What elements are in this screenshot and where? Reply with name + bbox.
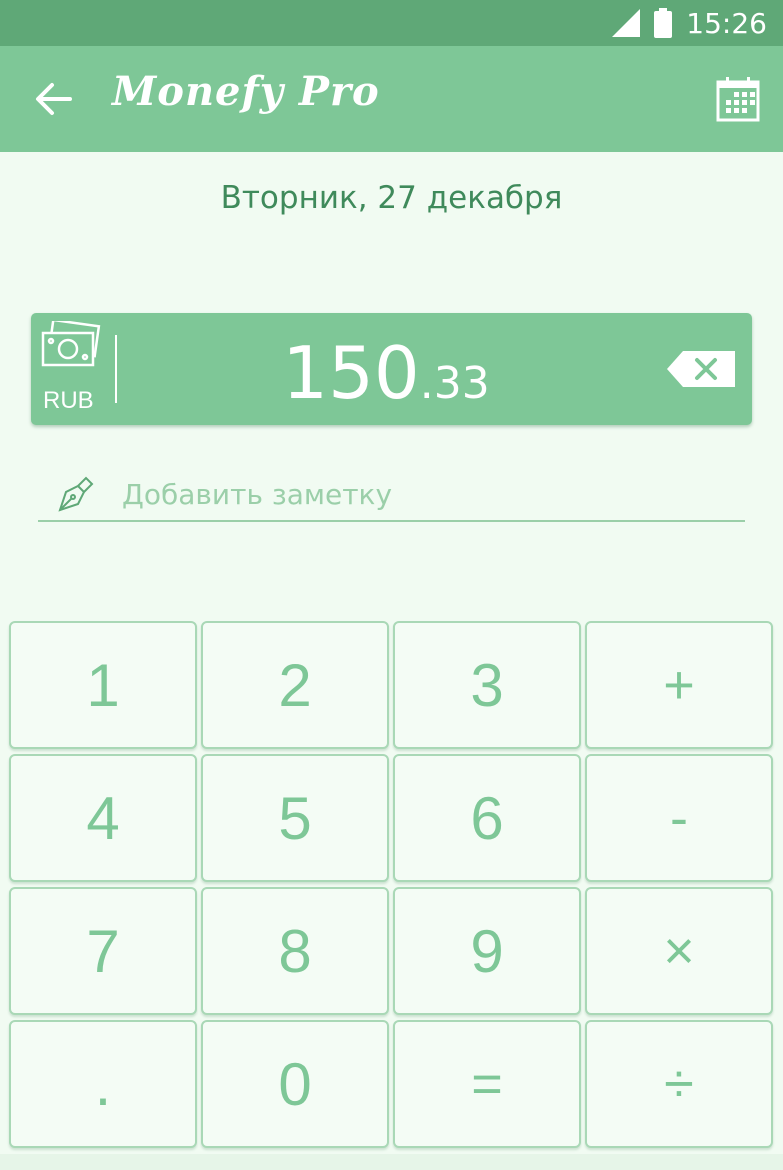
- signal-icon: [612, 9, 641, 37]
- app-bar: Monefy Pro: [0, 46, 783, 152]
- key-8[interactable]: 8: [201, 887, 389, 1015]
- key-4[interactable]: 4: [9, 754, 197, 882]
- key-5[interactable]: 5: [201, 754, 389, 882]
- amount-display: 150.33: [121, 331, 651, 415]
- key-plus[interactable]: +: [585, 621, 773, 749]
- key-0[interactable]: 0: [201, 1020, 389, 1148]
- key-minus[interactable]: -: [585, 754, 773, 882]
- back-arrow-icon[interactable]: [34, 82, 72, 116]
- amount-integer: 150: [282, 331, 420, 415]
- currency-code[interactable]: RUB: [43, 387, 94, 415]
- note-input[interactable]: [122, 474, 722, 514]
- key-equals[interactable]: =: [393, 1020, 581, 1148]
- key-3[interactable]: 3: [393, 621, 581, 749]
- date-label[interactable]: Вторник, 27 декабря: [0, 180, 783, 216]
- backspace-icon[interactable]: [667, 351, 735, 387]
- note-field-row: [38, 466, 745, 522]
- key-2[interactable]: 2: [201, 621, 389, 749]
- bottom-strip: [0, 1154, 783, 1170]
- app-title: Monefy Pro: [112, 68, 380, 115]
- battery-icon: [654, 8, 673, 38]
- key-6[interactable]: 6: [393, 754, 581, 882]
- key-multiply[interactable]: ×: [585, 887, 773, 1015]
- key-divide[interactable]: ÷: [585, 1020, 773, 1148]
- key-9[interactable]: 9: [393, 887, 581, 1015]
- key-1[interactable]: 1: [9, 621, 197, 749]
- calendar-icon[interactable]: [716, 76, 760, 122]
- pen-icon: [58, 476, 94, 512]
- currency-divider: [115, 335, 117, 403]
- key-7[interactable]: 7: [9, 887, 197, 1015]
- status-bar: 15:26: [0, 0, 783, 46]
- amount-decimal: .33: [419, 358, 490, 409]
- status-time: 15:26: [686, 6, 767, 40]
- amount-panel: RUB 150.33: [31, 313, 752, 425]
- money-icon[interactable]: [41, 321, 101, 367]
- key-decimal[interactable]: .: [9, 1020, 197, 1148]
